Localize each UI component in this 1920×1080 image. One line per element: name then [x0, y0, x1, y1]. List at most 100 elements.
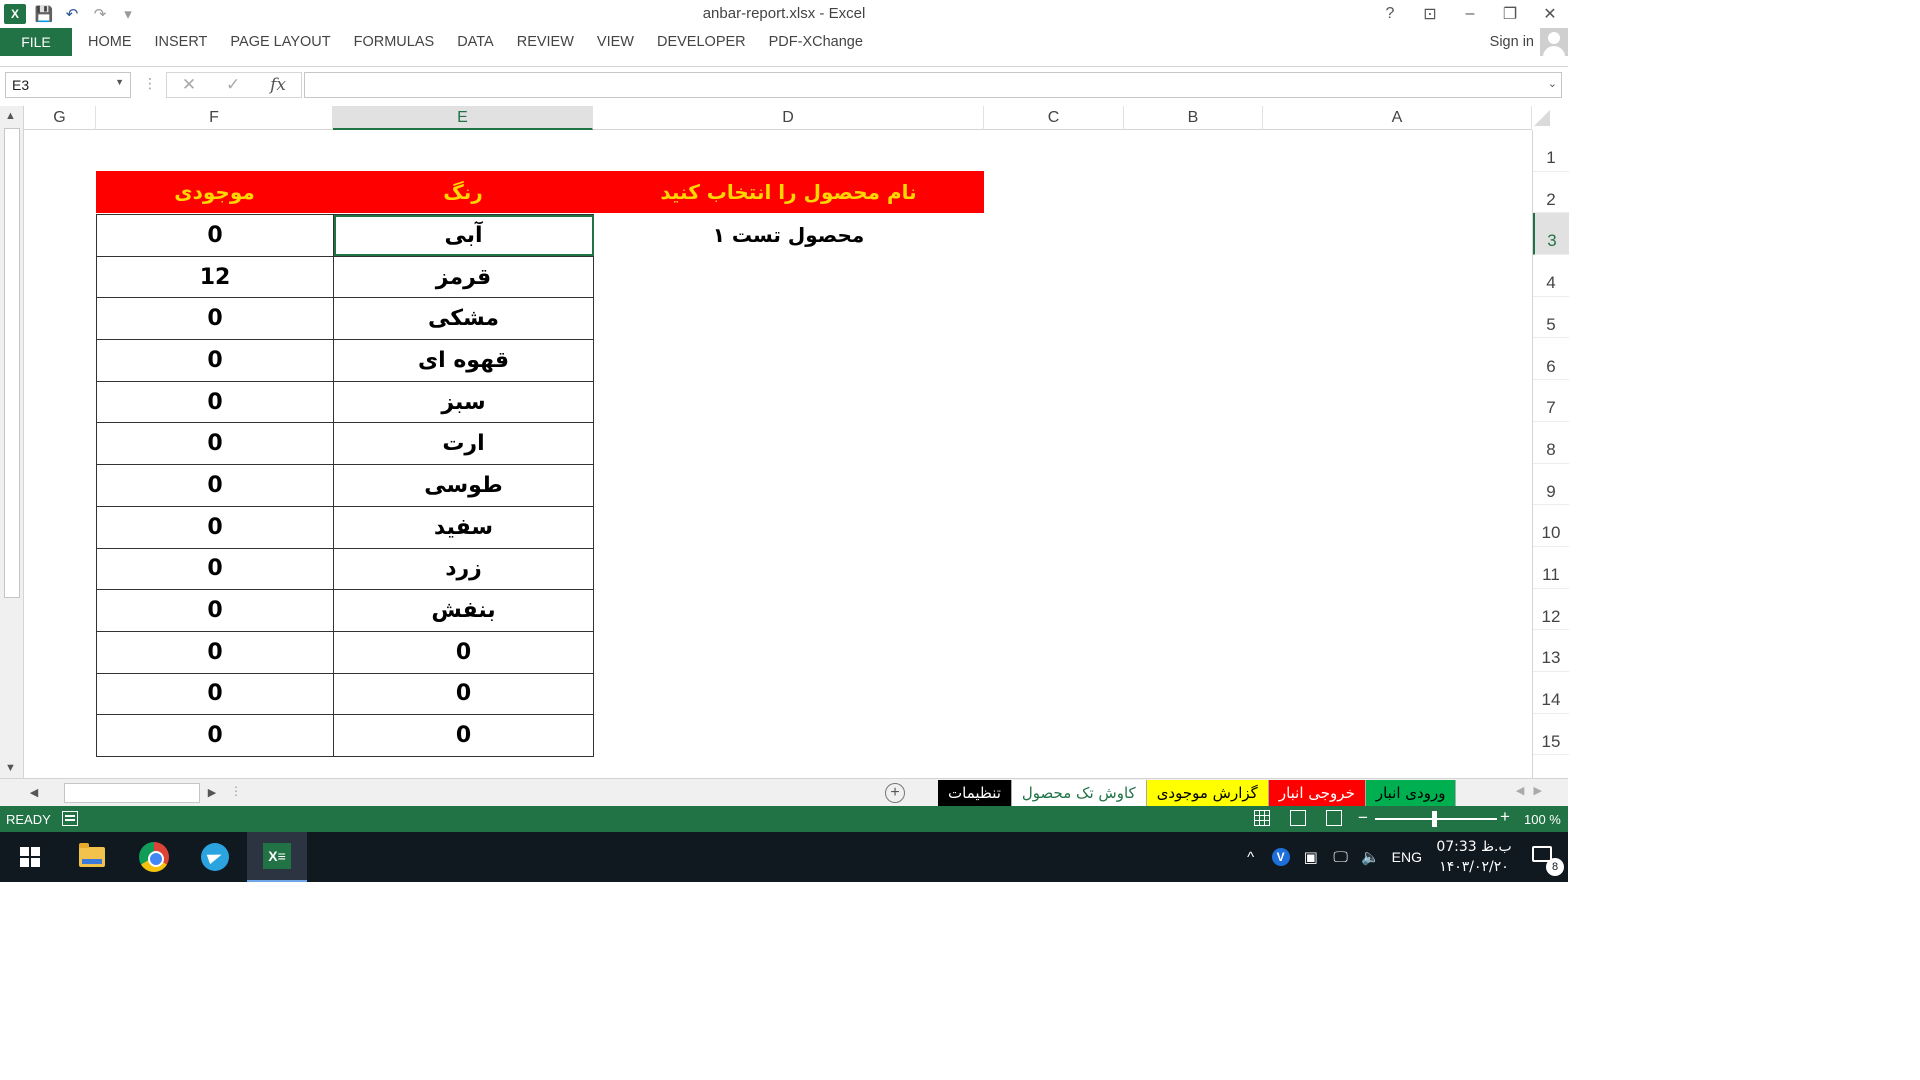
- column-header-d[interactable]: D: [593, 106, 984, 130]
- stock-cell[interactable]: 0: [96, 214, 334, 257]
- column-header-g[interactable]: G: [24, 106, 96, 130]
- product-name-cell[interactable]: محصول تست ۱: [593, 214, 984, 256]
- ribbon-display-icon[interactable]: ⊡: [1420, 4, 1440, 24]
- tab-data[interactable]: DATA: [445, 28, 505, 56]
- name-box-value[interactable]: E3: [12, 77, 29, 93]
- zoom-level[interactable]: 100 %: [1524, 812, 1561, 827]
- color-cell[interactable]: سفید: [333, 505, 594, 549]
- name-box[interactable]: E3 ▼: [5, 72, 131, 98]
- stock-cell[interactable]: 0: [96, 547, 334, 591]
- input-language[interactable]: ENG: [1392, 849, 1422, 865]
- telegram-button[interactable]: [185, 832, 245, 882]
- page-break-view-icon[interactable]: [1326, 810, 1342, 826]
- row-header-5[interactable]: 5: [1533, 297, 1569, 339]
- color-cell[interactable]: قرمز: [333, 255, 594, 299]
- stock-cell[interactable]: 0: [96, 339, 334, 382]
- tab-insert[interactable]: INSERT: [143, 28, 219, 56]
- scroll-down-icon[interactable]: ▼: [5, 762, 16, 774]
- tab-file[interactable]: FILE: [0, 28, 72, 56]
- expand-formula-icon[interactable]: ⌄: [1548, 77, 1557, 90]
- excel-taskbar-button[interactable]: X≡: [247, 832, 307, 882]
- zoom-in-icon[interactable]: +: [1500, 807, 1510, 827]
- clock[interactable]: 07:33 ب.ظ ۱۴۰۳/۰۲/۲۰: [1432, 837, 1516, 877]
- color-cell[interactable]: 0: [333, 714, 594, 757]
- row-header-3[interactable]: 3: [1533, 213, 1569, 256]
- row-header-9[interactable]: 9: [1533, 464, 1569, 506]
- tab-view[interactable]: VIEW: [585, 28, 645, 56]
- color-cell[interactable]: قهوه ای: [333, 339, 594, 382]
- tab-navigation-icon[interactable]: ◀ ▶: [1516, 784, 1542, 797]
- stock-cell[interactable]: 0: [96, 380, 334, 424]
- row-header-11[interactable]: 11: [1533, 547, 1569, 589]
- row-header-1[interactable]: 1: [1533, 130, 1569, 172]
- stock-cell[interactable]: 0: [96, 422, 334, 466]
- select-all-icon[interactable]: [1534, 110, 1550, 126]
- chevron-down-icon[interactable]: ▼: [115, 77, 124, 87]
- sign-in-label[interactable]: Sign in: [1490, 34, 1534, 50]
- scroll-left-icon[interactable]: ◀: [24, 783, 44, 803]
- row-header-15[interactable]: 15: [1533, 714, 1569, 756]
- horizontal-scrollbar[interactable]: [64, 783, 200, 803]
- tab-review[interactable]: REVIEW: [505, 28, 585, 56]
- sign-in[interactable]: Sign in: [1490, 28, 1568, 56]
- column-header-f[interactable]: F: [96, 106, 333, 130]
- tab-developer[interactable]: DEVELOPER: [645, 28, 757, 56]
- row-header-13[interactable]: 13: [1533, 630, 1569, 673]
- vertical-scrollbar[interactable]: ▲ ▼: [0, 106, 24, 778]
- zoom-out-icon[interactable]: −: [1358, 808, 1368, 828]
- stock-cell[interactable]: 0: [96, 672, 334, 716]
- windows-start-button[interactable]: [0, 832, 60, 882]
- sheet-tab-warehouse-in[interactable]: ورودی انبار: [1365, 780, 1457, 806]
- scroll-thumb[interactable]: [4, 128, 20, 598]
- color-cell[interactable]: 0: [333, 672, 594, 716]
- color-cell[interactable]: مشکی: [333, 297, 594, 341]
- row-header-8[interactable]: 8: [1533, 422, 1569, 464]
- minimize-icon[interactable]: –: [1460, 5, 1480, 23]
- chrome-button[interactable]: [124, 832, 184, 882]
- close-icon[interactable]: ✕: [1540, 4, 1560, 24]
- zoom-slider-thumb[interactable]: [1432, 811, 1437, 827]
- volume-icon[interactable]: 🔈: [1356, 848, 1386, 866]
- color-cell[interactable]: سبز: [333, 380, 594, 424]
- tray-expand-icon[interactable]: ^: [1236, 849, 1266, 866]
- file-explorer-button[interactable]: [62, 832, 122, 882]
- active-cell[interactable]: آبی: [333, 214, 594, 257]
- stock-cell[interactable]: 0: [96, 505, 334, 549]
- cancel-icon[interactable]: ✕: [182, 75, 196, 95]
- tab-formulas[interactable]: FORMULAS: [342, 28, 446, 56]
- row-header-10[interactable]: 10: [1533, 505, 1569, 547]
- tab-home[interactable]: HOME: [76, 28, 143, 56]
- sheet-tab-product-explorer[interactable]: کاوش تک محصول: [1011, 780, 1147, 806]
- row-header-7[interactable]: 7: [1533, 380, 1569, 422]
- color-cell[interactable]: زرد: [333, 547, 594, 591]
- stock-cell[interactable]: 0: [96, 464, 334, 507]
- header-stock-cell[interactable]: موجودی: [96, 171, 333, 213]
- color-cell[interactable]: ارت: [333, 422, 594, 466]
- scroll-right-icon[interactable]: ▶: [202, 783, 222, 803]
- stock-cell[interactable]: 12: [96, 255, 334, 299]
- insert-function-icon[interactable]: fx: [270, 75, 286, 95]
- page-layout-view-icon[interactable]: [1290, 810, 1306, 826]
- stock-cell[interactable]: 0: [96, 630, 334, 674]
- action-center[interactable]: 8: [1516, 832, 1568, 882]
- row-header-6[interactable]: 6: [1533, 339, 1569, 381]
- splitter-icon[interactable]: ⋮: [230, 784, 242, 798]
- enter-icon[interactable]: ✓: [226, 75, 240, 95]
- stock-cell[interactable]: 0: [96, 589, 334, 632]
- formula-input[interactable]: ⌄: [304, 72, 1562, 98]
- drag-handle-icon[interactable]: ⋮: [143, 75, 157, 92]
- color-cell[interactable]: 0: [333, 630, 594, 674]
- row-header-12[interactable]: 12: [1533, 589, 1569, 631]
- header-select-product-cell[interactable]: نام محصول را انتخاب کنید: [593, 171, 984, 213]
- sheet-tab-stock-report[interactable]: گزارش موجودی: [1146, 780, 1269, 806]
- sheet-tab-warehouse-out[interactable]: خروجی انبار: [1268, 780, 1366, 806]
- column-header-b[interactable]: B: [1124, 106, 1263, 130]
- meet-now-icon[interactable]: ▣: [1296, 848, 1326, 866]
- row-header-2[interactable]: 2: [1533, 172, 1569, 214]
- help-icon[interactable]: ?: [1380, 5, 1400, 23]
- row-header-4[interactable]: 4: [1533, 255, 1569, 297]
- network-icon[interactable]: 🖵: [1326, 849, 1356, 866]
- stock-cell[interactable]: 0: [96, 714, 334, 757]
- column-header-e[interactable]: E: [333, 106, 593, 130]
- tab-page-layout[interactable]: PAGE LAYOUT: [218, 28, 341, 56]
